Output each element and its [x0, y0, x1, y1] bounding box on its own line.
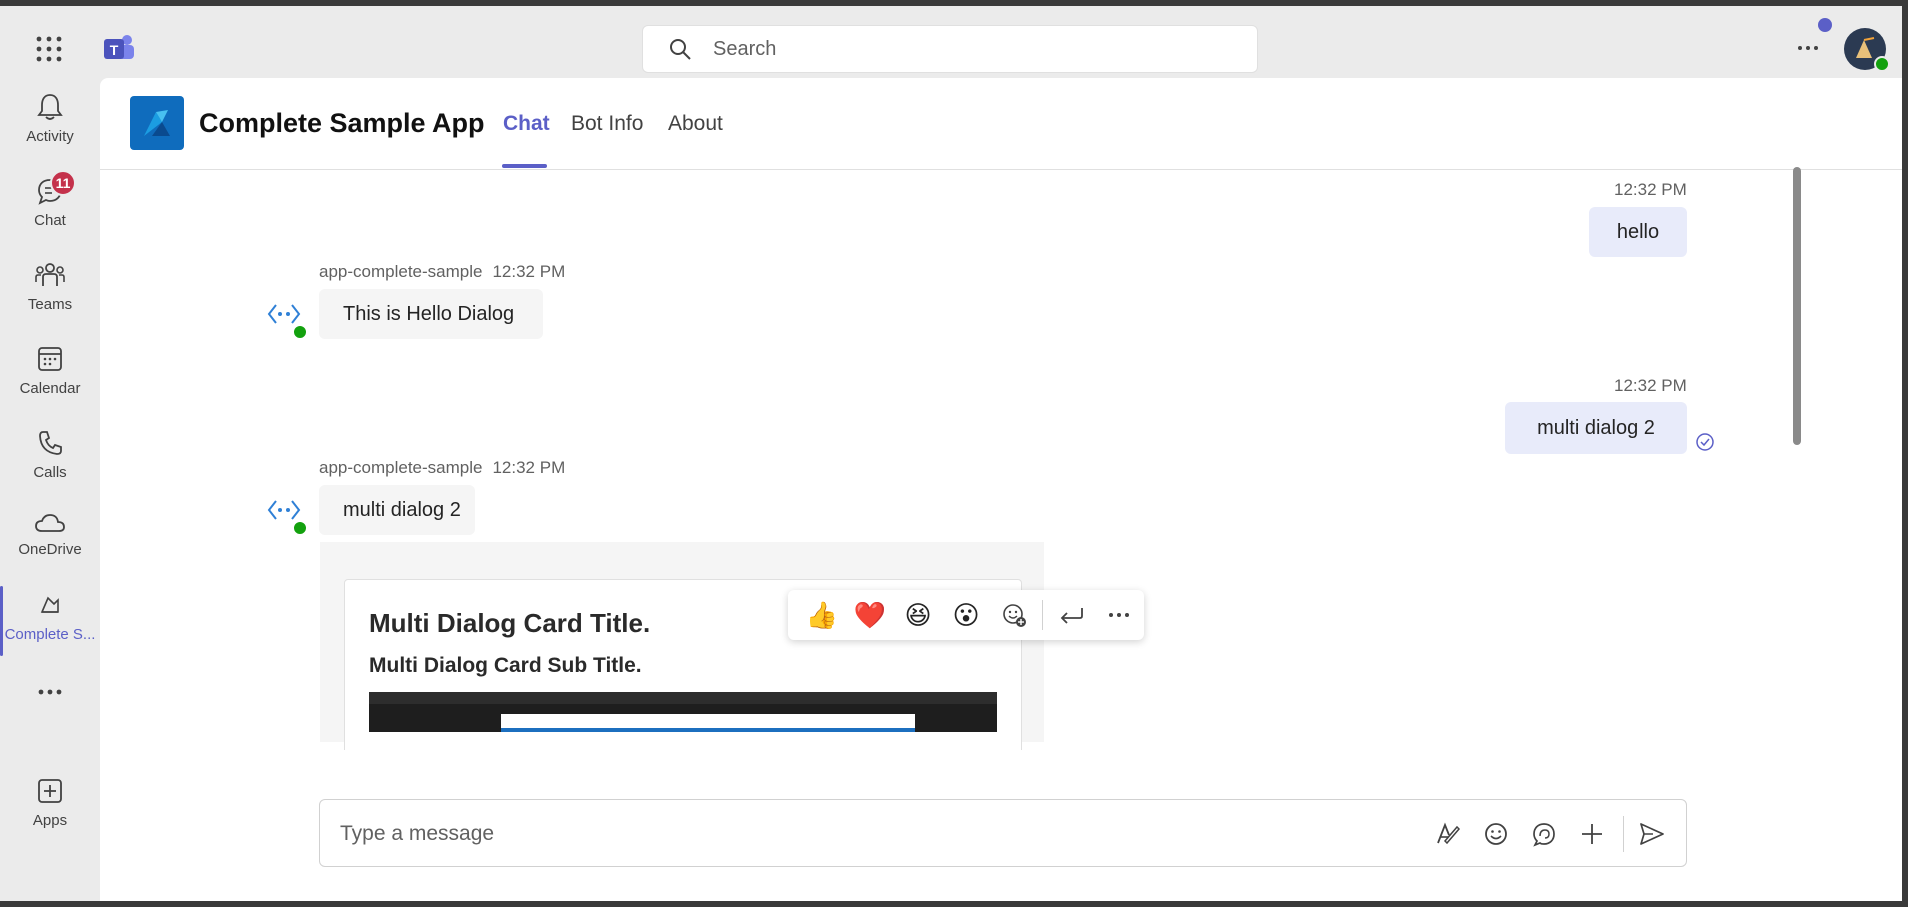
- rail-item-apps[interactable]: Apps: [0, 762, 100, 842]
- search-icon: [670, 39, 691, 60]
- reaction-toolbar: 👍 ❤️ 😆 😮: [788, 590, 1144, 640]
- app-logo-icon: [130, 96, 184, 150]
- search-placeholder: Search: [713, 37, 777, 60]
- card-subtitle: Multi Dialog Card Sub Title.: [369, 654, 642, 677]
- svg-text:T: T: [110, 42, 119, 58]
- app-icon: [40, 596, 59, 613]
- rail-item-activity[interactable]: Activity: [0, 78, 100, 158]
- app-launcher-icon[interactable]: [28, 28, 70, 70]
- card-attachment: Multi Dialog Card Title. Multi Dialog Ca…: [320, 542, 1044, 750]
- my-message-bubble[interactable]: hello: [1589, 207, 1687, 257]
- rail-item-chat[interactable]: Chat: [0, 162, 100, 242]
- bell-icon: [37, 93, 63, 120]
- rail-label: Apps: [32, 811, 68, 829]
- rail-item-onedrive[interactable]: OneDrive: [0, 494, 100, 574]
- plus-square-icon: [38, 778, 62, 803]
- more-actions-icon[interactable]: [1095, 591, 1143, 639]
- teams-logo-icon: T: [98, 28, 138, 68]
- window-frame-bottom: [0, 901, 1908, 907]
- my-message-bubble[interactable]: multi dialog 2: [1505, 402, 1687, 454]
- message-timestamp: 12:32 PM: [1614, 180, 1687, 199]
- rail-label: OneDrive: [18, 540, 82, 558]
- presence-available-icon: [292, 520, 308, 536]
- like-reaction-icon[interactable]: 👍: [798, 591, 846, 639]
- message-sender: app-complete-sample 12:32 PM: [319, 458, 565, 478]
- emoji-icon[interactable]: [1478, 816, 1514, 852]
- presence-available-icon: [1874, 56, 1890, 72]
- calendar-icon: [38, 346, 62, 371]
- card-title: Multi Dialog Card Title.: [369, 608, 651, 638]
- loop-icon[interactable]: [1526, 816, 1562, 852]
- rail-label: Complete S...: [4, 625, 96, 643]
- add-attachment-icon[interactable]: [1574, 816, 1610, 852]
- rail-label: Calendar: [19, 379, 81, 397]
- more-options-icon[interactable]: [1788, 28, 1828, 68]
- avatar[interactable]: [1844, 28, 1890, 72]
- add-reaction-icon[interactable]: [990, 591, 1038, 639]
- sender-name: app-complete-sample: [319, 458, 483, 477]
- rail-label: Teams: [27, 295, 73, 313]
- heart-reaction-icon[interactable]: ❤️: [846, 591, 894, 639]
- tab-about[interactable]: About: [668, 112, 723, 136]
- rail-label: Chat: [34, 211, 66, 229]
- teams-icon: [35, 262, 65, 286]
- composer-divider: [1623, 816, 1624, 852]
- notification-dot: [1818, 18, 1832, 32]
- rail-item-complete-sample[interactable]: Complete S...: [0, 578, 100, 658]
- tab-bot-info[interactable]: Bot Info: [571, 112, 643, 136]
- rail-item-calls[interactable]: Calls: [0, 414, 100, 494]
- composer-placeholder: Type a message: [340, 822, 495, 845]
- toolbar-divider: [1042, 600, 1043, 630]
- message-composer[interactable]: Type a message: [319, 799, 1687, 867]
- message-timestamp: 12:32 PM: [492, 458, 566, 477]
- read-receipt-icon: [1696, 433, 1714, 451]
- bot-message-bubble[interactable]: multi dialog 2: [319, 485, 475, 535]
- message-timestamp: 12:32 PM: [1614, 376, 1687, 395]
- bot-message-bubble[interactable]: This is Hello Dialog: [319, 289, 543, 339]
- app-title: Complete Sample App: [199, 108, 485, 138]
- rail-label: Calls: [33, 463, 67, 481]
- message-timestamp: 12:32 PM: [492, 262, 566, 281]
- reply-icon[interactable]: [1047, 591, 1095, 639]
- main-pane: Complete Sample App Chat Bot Info About …: [100, 78, 1908, 901]
- laugh-reaction-icon[interactable]: 😆: [894, 591, 942, 639]
- presence-available-icon: [292, 324, 308, 340]
- phone-icon: [39, 430, 62, 455]
- active-tab-indicator: [502, 164, 547, 168]
- sender-name: app-complete-sample: [319, 262, 483, 281]
- message-sender: app-complete-sample 12:32 PM: [319, 262, 565, 282]
- message-list: 12:32 PM hello app-complete-sample 12:32 …: [100, 170, 1908, 750]
- more-icon: [38, 689, 62, 695]
- rail-item-more[interactable]: [0, 672, 100, 712]
- window-frame-right: [1902, 6, 1908, 907]
- tab-chat[interactable]: Chat: [503, 112, 550, 136]
- search-input[interactable]: Search: [642, 25, 1258, 73]
- title-bar: T Search: [0, 6, 1908, 78]
- bot-avatar[interactable]: [264, 490, 308, 536]
- message-list-scrollbar[interactable]: [1793, 167, 1801, 445]
- cloud-icon: [35, 513, 65, 532]
- chat-unread-badge: 11: [50, 170, 76, 196]
- app-rail: Activity Chat 11 Teams Calendar Calls On…: [0, 78, 100, 907]
- format-icon[interactable]: [1430, 816, 1466, 852]
- rail-label: Activity: [26, 127, 74, 145]
- send-icon[interactable]: [1634, 816, 1670, 852]
- surprised-reaction-icon[interactable]: 😮: [942, 591, 990, 639]
- rail-item-teams[interactable]: Teams: [0, 246, 100, 326]
- app-header: Complete Sample App Chat Bot Info About: [100, 78, 1908, 170]
- rail-item-calendar[interactable]: Calendar: [0, 330, 100, 410]
- bot-avatar[interactable]: [264, 294, 308, 340]
- card-image: [369, 692, 997, 732]
